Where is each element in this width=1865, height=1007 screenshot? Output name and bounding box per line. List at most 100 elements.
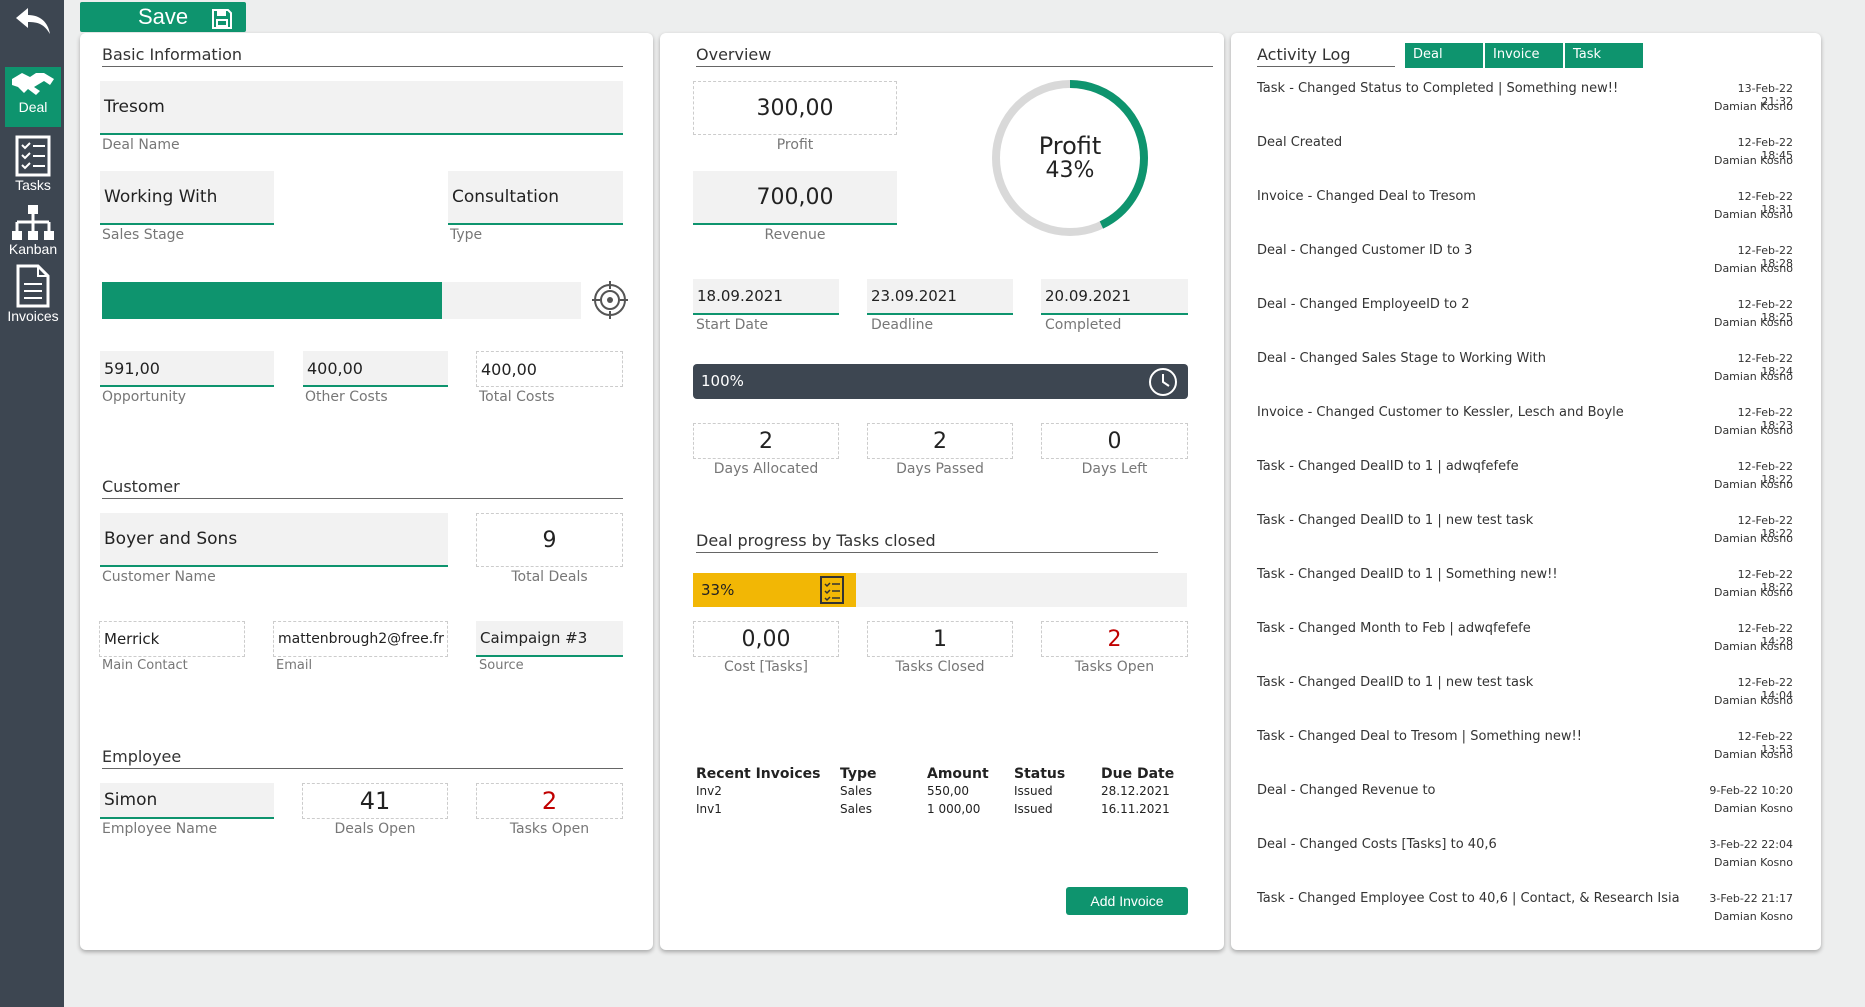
nav-tasks[interactable]: Tasks: [5, 133, 61, 193]
activity-user: Damian Kosno: [1703, 424, 1793, 437]
days-passed-value: 2: [867, 423, 1013, 459]
list-item[interactable]: Task - Changed Status to Completed | Som…: [1257, 81, 1797, 135]
list-item[interactable]: Task - Changed Deal to Tresom | Somethin…: [1257, 729, 1797, 783]
add-invoice-button[interactable]: Add Invoice: [1066, 887, 1188, 915]
list-item[interactable]: Deal - Changed EmployeeID to 212-Feb-22 …: [1257, 297, 1797, 351]
employee-tasks-open-label: Tasks Open: [476, 821, 623, 837]
time-progress-bar: 100%: [693, 364, 1188, 399]
nav-invoices[interactable]: Invoices: [5, 262, 61, 328]
time-progress-value: 100%: [701, 372, 744, 390]
column-header: Due Date: [1101, 766, 1191, 782]
invoice-amount: 1 000,00: [927, 800, 1014, 818]
days-left-value: 0: [1041, 423, 1188, 459]
activity-text: Task - Changed DealID to 1 | adwqfefefe: [1257, 459, 1519, 474]
activity-user: Damian Kosno: [1703, 370, 1793, 383]
back-arrow-icon[interactable]: [12, 4, 54, 38]
main-contact-label: Main Contact: [102, 658, 188, 673]
document-icon: [16, 264, 50, 308]
total-costs-label: Total Costs: [479, 389, 555, 405]
section-activity-log: Activity Log: [1257, 45, 1395, 67]
opportunity-label: Opportunity: [102, 389, 186, 405]
total-deals-value: 9: [476, 513, 623, 567]
list-item[interactable]: Deal Created12-Feb-22 18:45Damian Kosno: [1257, 135, 1797, 189]
tab-task[interactable]: Task: [1565, 43, 1643, 68]
section-employee: Employee: [102, 747, 623, 769]
column-header: Amount: [927, 766, 1014, 782]
completed-field[interactable]: 20.09.2021: [1041, 279, 1188, 315]
tasks-closed-label: Tasks Closed: [867, 659, 1013, 675]
deadline-field[interactable]: 23.09.2021: [867, 279, 1013, 315]
activity-log-card: Activity Log Deal Invoice Task Task - Ch…: [1231, 33, 1821, 950]
clock-icon: [1148, 367, 1178, 397]
activity-text: Deal - Changed Costs [Tasks] to 40,6: [1257, 837, 1497, 852]
type-field[interactable]: Consultation: [448, 171, 623, 225]
list-item[interactable]: Invoice - Changed Customer to Kessler, L…: [1257, 405, 1797, 459]
activity-user: Damian Kosno: [1703, 640, 1793, 653]
total-deals-label: Total Deals: [476, 569, 623, 585]
list-item[interactable]: Invoice - Changed Deal to Tresom12-Feb-2…: [1257, 189, 1797, 243]
revenue-label: Revenue: [693, 227, 897, 243]
profit-label: Profit: [693, 137, 897, 153]
nav-kanban-label: Kanban: [5, 241, 61, 257]
column-header: Type: [840, 766, 927, 782]
activity-text: Task - Changed Month to Feb | adwqfefefe: [1257, 621, 1531, 636]
invoice-due-date: 28.12.2021: [1101, 782, 1191, 800]
activity-text: Invoice - Changed Deal to Tresom: [1257, 189, 1476, 204]
list-item[interactable]: Task - Changed DealID to 1 | new test ta…: [1257, 513, 1797, 567]
nav-kanban[interactable]: Kanban: [5, 203, 61, 263]
days-passed-label: Days Passed: [867, 461, 1013, 477]
sales-stage-progress-fill: [102, 282, 442, 319]
deal-name-field[interactable]: Tresom: [100, 81, 623, 135]
activity-text: Task - Changed DealID to 1 | new test ta…: [1257, 513, 1533, 528]
nav-deal-label: Deal: [5, 99, 61, 115]
tab-invoice[interactable]: Invoice: [1485, 43, 1563, 68]
main-contact-field[interactable]: Merrick: [99, 621, 245, 657]
target-icon[interactable]: [592, 281, 628, 319]
list-item[interactable]: Deal - Changed Revenue to 9-Feb-22 10:20…: [1257, 783, 1797, 837]
recent-invoices-table: Recent Invoices Type Amount Status Due D…: [696, 766, 1191, 818]
floppy-disk-icon: [212, 9, 232, 29]
activity-text: Deal - Changed EmployeeID to 2: [1257, 297, 1470, 312]
email-label: Email: [276, 658, 312, 673]
activity-user: Damian Kosno: [1703, 694, 1793, 707]
type-label: Type: [450, 227, 482, 243]
email-field[interactable]: mattenbrough2@free.fr: [273, 621, 448, 657]
list-item[interactable]: Deal - Changed Costs [Tasks] to 40,63-Fe…: [1257, 837, 1797, 891]
list-item[interactable]: Deal - Changed Customer ID to 312-Feb-22…: [1257, 243, 1797, 297]
section-basic-information: Basic Information: [102, 45, 623, 67]
table-row[interactable]: Inv1 Sales 1 000,00 Issued 16.11.2021: [696, 800, 1191, 818]
handshake-icon: [10, 69, 56, 99]
activity-text: Task - Changed Deal to Tresom | Somethin…: [1257, 729, 1582, 744]
deal-name-label: Deal Name: [102, 137, 180, 153]
activity-user: Damian Kosno: [1703, 586, 1793, 599]
list-item[interactable]: Task - Changed Month to Feb | adwqfefefe…: [1257, 621, 1797, 675]
other-costs-field[interactable]: 400,00: [303, 351, 448, 387]
revenue-field[interactable]: 700,00: [693, 171, 897, 225]
section-overview: Overview: [696, 45, 1213, 67]
activity-user: Damian Kosno: [1703, 478, 1793, 491]
list-item[interactable]: Task - Changed DealID to 1 | adwqfefefe1…: [1257, 459, 1797, 513]
sales-stage-label: Sales Stage: [102, 227, 184, 243]
sales-stage-progress: [102, 282, 581, 319]
source-field[interactable]: Caimpaign #3: [476, 621, 623, 657]
employee-name-field[interactable]: Simon: [100, 783, 274, 819]
tab-deal[interactable]: Deal: [1405, 43, 1483, 68]
opportunity-field[interactable]: 591,00: [100, 351, 274, 387]
activity-text: Deal - Changed Sales Stage to Working Wi…: [1257, 351, 1546, 366]
table-row[interactable]: Inv2 Sales 550,00 Issued 28.12.2021: [696, 782, 1191, 800]
start-date-field[interactable]: 18.09.2021: [693, 279, 839, 315]
sidebar: Deal Tasks Kanban Invoices: [0, 0, 64, 1007]
activity-text: Task - Changed Employee Cost to 40,6 | C…: [1257, 891, 1680, 906]
sales-stage-field[interactable]: Working With: [100, 171, 274, 225]
list-item[interactable]: Task - Changed Employee Cost to 40,6 | C…: [1257, 891, 1797, 945]
checklist-icon: [15, 135, 51, 177]
deals-open-value: 41: [302, 783, 448, 819]
customer-name-field[interactable]: Boyer and Sons: [100, 513, 448, 567]
activity-user: Damian Kosno: [1703, 262, 1793, 275]
list-item[interactable]: Deal - Changed Sales Stage to Working Wi…: [1257, 351, 1797, 405]
save-button[interactable]: Save: [80, 2, 246, 32]
list-item[interactable]: Task - Changed DealID to 1 | new test ta…: [1257, 675, 1797, 729]
nav-deal[interactable]: Deal: [5, 67, 61, 127]
activity-user: Damian Kosno: [1703, 316, 1793, 329]
list-item[interactable]: Task - Changed DealID to 1 | Something n…: [1257, 567, 1797, 621]
